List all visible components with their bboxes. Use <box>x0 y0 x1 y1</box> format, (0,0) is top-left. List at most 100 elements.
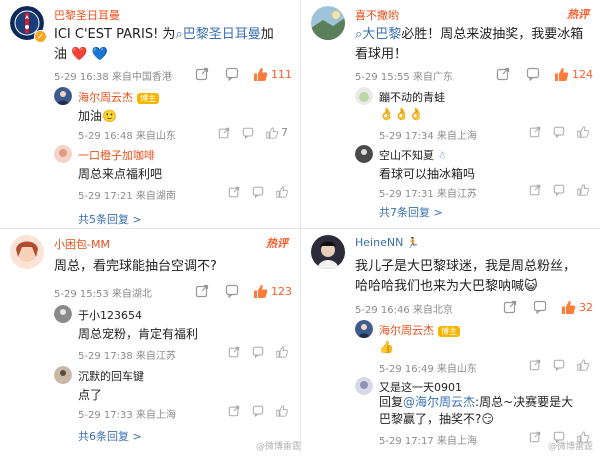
reply-item: 海尔周云杰 博主 👍 5-29 16:49 来自山东 <box>355 320 591 375</box>
share-icon[interactable] <box>529 431 541 443</box>
avatar[interactable] <box>311 235 345 269</box>
comment-username[interactable]: 喜不撒哟 <box>355 7 399 23</box>
comment-username[interactable]: HeineNN 🏃 <box>355 236 419 249</box>
pose-icon: ☃ <box>437 151 447 162</box>
like-button[interactable]: 7 <box>266 126 288 139</box>
share-icon[interactable] <box>496 67 510 81</box>
reply-actions <box>517 359 589 371</box>
avatar[interactable] <box>54 305 72 323</box>
thumbs-up-icon[interactable] <box>577 359 589 371</box>
hot-comment-badge: 热评 <box>266 237 288 250</box>
reply-username[interactable]: 于小123654 <box>78 307 142 323</box>
avatar[interactable] <box>54 145 72 163</box>
comment-text: ICI C'EST PARIS! 为⌕巴黎圣日耳曼加油 ❤️ 💙 <box>54 27 274 62</box>
comment-icon[interactable] <box>553 359 565 371</box>
share-icon[interactable] <box>529 126 541 138</box>
like-button[interactable]: 111 <box>253 67 292 82</box>
avatar[interactable] <box>355 145 373 163</box>
like-button[interactable]: 123 <box>253 284 292 299</box>
reply-meta: 5-29 16:48 来自山东 <box>78 131 176 142</box>
comment-username[interactable]: 小困包-MM <box>54 236 110 252</box>
comment-meta: 5-29 16:46 来自北京 <box>355 305 453 316</box>
comment-text: 我儿子是大巴黎球迷，我是周总粉丝，哈哈哈我们也来为大巴黎呐喊😺 <box>355 259 577 294</box>
comment-text: 周总，看完球能抽台空调不? <box>54 259 217 274</box>
avatar[interactable] <box>54 87 72 105</box>
reply-username[interactable]: 一口橙子加咖啡 <box>78 147 155 163</box>
thumbs-up-icon <box>254 284 268 298</box>
comment-icon[interactable] <box>225 67 239 81</box>
thumbs-up-icon[interactable] <box>276 346 288 358</box>
thumbs-up-icon[interactable] <box>577 126 589 138</box>
more-replies-link[interactable]: 共6条回复 > <box>78 428 142 444</box>
reply-username[interactable]: 蹦不动的青蛙 <box>379 89 445 105</box>
share-icon[interactable] <box>218 127 230 139</box>
share-icon[interactable] <box>228 346 240 358</box>
reply-meta: 5-29 17:34 来自上海 <box>379 131 477 142</box>
like-count: 32 <box>579 300 593 314</box>
share-icon[interactable] <box>195 67 209 81</box>
reply-text: 回复@海尔周云杰:周总~决赛要是大巴黎赢了，抽奖不?😏 <box>379 395 574 426</box>
avatar[interactable] <box>355 87 373 105</box>
avatar[interactable] <box>10 235 44 269</box>
reply-username[interactable]: 沉默的回车键 <box>78 368 144 384</box>
like-count: 123 <box>271 284 292 298</box>
thumbs-up-icon[interactable] <box>276 186 288 198</box>
like-count: 111 <box>271 67 292 81</box>
like-button[interactable]: 124 <box>554 67 593 82</box>
more-replies-link[interactable]: 共7条回复 > <box>379 204 443 220</box>
share-icon[interactable] <box>195 284 209 298</box>
reply-meta: 5-29 17:17 来自上海 <box>379 436 477 447</box>
topic-link[interactable]: ⌕大巴黎 <box>355 27 401 42</box>
comment-icon[interactable] <box>526 67 540 81</box>
comment-icon[interactable] <box>252 346 264 358</box>
watermark: @微博雷霆 <box>548 442 594 452</box>
like-count: 124 <box>572 67 593 81</box>
share-icon[interactable] <box>529 359 541 371</box>
avatar[interactable] <box>355 377 373 395</box>
reply-item: 沉默的回车键 点了 5-29 17:33 来自上海 <box>54 366 290 421</box>
reply-username[interactable]: 又是这一天0901 <box>379 379 462 395</box>
share-icon[interactable] <box>529 184 541 196</box>
reply-actions: 7 <box>206 126 288 139</box>
share-icon[interactable] <box>228 405 240 417</box>
thumbs-up-icon <box>266 126 278 139</box>
avatar[interactable] <box>311 6 345 40</box>
reply-username[interactable]: 空山不知夏 ☃ <box>379 147 446 163</box>
comment-actions: 111 <box>179 66 292 82</box>
comment-icon[interactable] <box>252 405 264 417</box>
thumbs-up-icon[interactable] <box>577 184 589 196</box>
reply-username[interactable]: 海尔周云杰 博主 <box>379 322 460 338</box>
reply-meta: 5-29 17:33 来自上海 <box>78 410 176 421</box>
comment-actions: 124 <box>480 66 593 82</box>
reply-text: 看球可以抽冰箱吗 <box>379 167 476 181</box>
thumbs-up-icon[interactable] <box>276 405 288 417</box>
reply-meta: 5-29 17:31 来自江苏 <box>379 189 477 200</box>
comment-icon[interactable] <box>553 126 565 138</box>
share-icon[interactable] <box>228 186 240 198</box>
pose-icon: 🏃 <box>406 238 420 249</box>
comment-icon[interactable] <box>242 127 254 139</box>
comment-icon[interactable] <box>225 284 239 298</box>
comment-icon[interactable] <box>252 186 264 198</box>
comment-username[interactable]: 巴黎圣日耳曼 <box>54 7 120 23</box>
reply-item: 蹦不动的青蛙 👌👌👌 5-29 17:34 来自上海 <box>355 87 591 142</box>
comment-icon[interactable] <box>533 300 547 314</box>
like-count: 7 <box>281 126 288 139</box>
comment-text: ⌕大巴黎必胜！周总来波抽奖，我要冰箱看球用！ <box>355 27 584 62</box>
like-button[interactable]: 32 <box>561 300 593 315</box>
comment-meta: 5-29 16:38 来自中国香港 <box>54 72 172 83</box>
share-icon[interactable] <box>503 300 517 314</box>
reply-item: 空山不知夏 ☃ 看球可以抽冰箱吗 5-29 17:31 来自江苏 <box>355 145 591 200</box>
reply-username[interactable]: 海尔周云杰 博主 <box>78 89 159 105</box>
comment-icon[interactable] <box>553 184 565 196</box>
topic-link[interactable]: ⌕巴黎圣日耳曼 <box>175 27 260 42</box>
avatar[interactable] <box>355 320 373 338</box>
reply-text: 👌👌👌 <box>379 107 424 121</box>
watermark: @微博雷霆 <box>256 442 302 452</box>
avatar[interactable] <box>54 366 72 384</box>
thumbs-up-icon <box>562 300 576 314</box>
more-replies-link[interactable]: 共5条回复 > <box>78 211 142 227</box>
verified-badge-icon: ✓ <box>34 30 47 43</box>
reply-item: 于小123654 周总宠粉，肯定有福利 5-29 17:38 来自江苏 <box>54 305 290 362</box>
mention-link[interactable]: @海尔周云杰 <box>403 395 475 409</box>
